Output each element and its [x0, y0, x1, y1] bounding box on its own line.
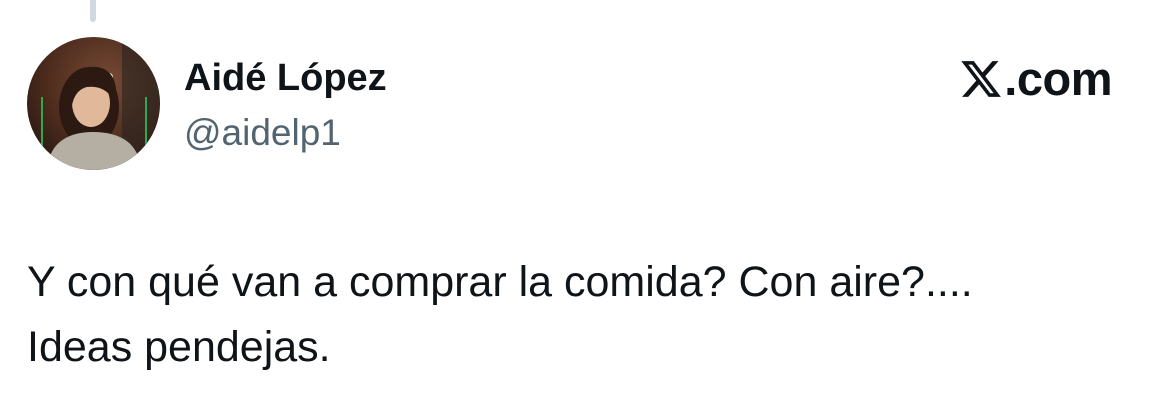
tweet-text-line: Y con qué van a comprar la comida? Con a…	[27, 258, 973, 306]
tweet-text-line: Ideas pendejas.	[27, 323, 331, 371]
brand-watermark: .com	[959, 52, 1112, 106]
avatar[interactable]	[27, 37, 160, 170]
tweet-text: Y con qué van a comprar la comida? Con a…	[27, 250, 1137, 380]
brand-text: .com	[1004, 52, 1112, 105]
x-logo-icon	[961, 61, 1002, 97]
author-handle[interactable]: @aidelp1	[184, 110, 341, 156]
avatar-photo	[27, 37, 160, 170]
author-display-name[interactable]: Aidé López	[184, 55, 387, 101]
thread-connector-line	[90, 0, 96, 22]
